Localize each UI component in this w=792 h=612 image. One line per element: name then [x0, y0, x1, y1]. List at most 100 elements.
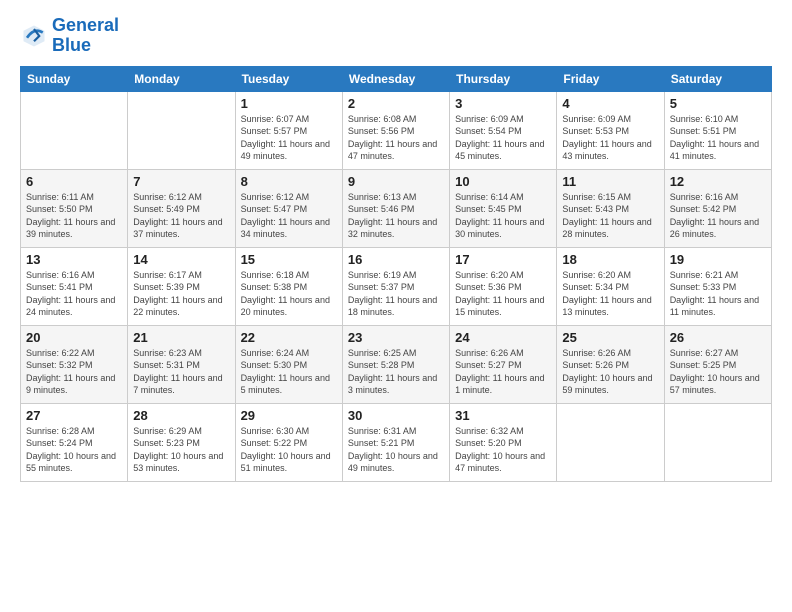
calendar-cell: 8 Sunrise: 6:12 AM Sunset: 5:47 PM Daylig… — [235, 169, 342, 247]
calendar-cell: 19Sunrise: 6:21 AM Sunset: 5:33 PM Dayli… — [664, 247, 771, 325]
day-info: Sunrise: 6:24 AM Sunset: 5:30 PM Dayligh… — [241, 347, 337, 397]
header: General Blue — [20, 16, 772, 56]
day-info: Sunrise: 6:14 AM Sunset: 5:45 PM Dayligh… — [455, 191, 551, 241]
calendar-cell: 12 Sunrise: 6:16 AM Sunset: 5:42 PM Dayli… — [664, 169, 771, 247]
day-number: 24 — [455, 330, 551, 345]
calendar-cell: 4Sunrise: 6:09 AM Sunset: 5:53 PM Daylig… — [557, 91, 664, 169]
week-row-5: 27 Sunrise: 6:28 AM Sunset: 5:24 PM Dayli… — [21, 403, 772, 481]
calendar-cell: 16 Sunrise: 6:19 AM Sunset: 5:37 PM Dayli… — [342, 247, 449, 325]
weekday-header-thursday: Thursday — [450, 66, 557, 91]
day-info: Sunrise: 6:17 AM Sunset: 5:39 PM Dayligh… — [133, 269, 229, 319]
day-number: 27 — [26, 408, 122, 423]
day-info: Sunrise: 6:12 AM Sunset: 5:47 PM Dayligh… — [241, 191, 337, 241]
day-info: Sunrise: 6:28 AM Sunset: 5:24 PM Dayligh… — [26, 425, 122, 475]
calendar-cell: 22Sunrise: 6:24 AM Sunset: 5:30 PM Dayli… — [235, 325, 342, 403]
day-info: Sunrise: 6:19 AM Sunset: 5:37 PM Dayligh… — [348, 269, 444, 319]
calendar-cell — [21, 91, 128, 169]
weekday-header-tuesday: Tuesday — [235, 66, 342, 91]
day-number: 9 — [348, 174, 444, 189]
week-row-2: 6 Sunrise: 6:11 AM Sunset: 5:50 PM Daylig… — [21, 169, 772, 247]
weekday-header-monday: Monday — [128, 66, 235, 91]
day-number: 3 — [455, 96, 551, 111]
day-number: 31 — [455, 408, 551, 423]
calendar-cell: 5 Sunrise: 6:10 AM Sunset: 5:51 PM Daylig… — [664, 91, 771, 169]
day-number: 21 — [133, 330, 229, 345]
day-info: Sunrise: 6:12 AM Sunset: 5:49 PM Dayligh… — [133, 191, 229, 241]
calendar-cell: 7 Sunrise: 6:12 AM Sunset: 5:49 PM Daylig… — [128, 169, 235, 247]
calendar-body: 1 Sunrise: 6:07 AM Sunset: 5:57 PM Daylig… — [21, 91, 772, 481]
day-number: 15 — [241, 252, 337, 267]
calendar-cell: 13Sunrise: 6:16 AM Sunset: 5:41 PM Dayli… — [21, 247, 128, 325]
weekday-header-friday: Friday — [557, 66, 664, 91]
calendar-table: SundayMondayTuesdayWednesdayThursdayFrid… — [20, 66, 772, 482]
calendar-cell: 29 Sunrise: 6:30 AM Sunset: 5:22 PM Dayli… — [235, 403, 342, 481]
week-row-3: 13Sunrise: 6:16 AM Sunset: 5:41 PM Dayli… — [21, 247, 772, 325]
day-number: 16 — [348, 252, 444, 267]
day-number: 12 — [670, 174, 766, 189]
day-number: 8 — [241, 174, 337, 189]
day-number: 29 — [241, 408, 337, 423]
day-info: Sunrise: 6:16 AM Sunset: 5:42 PM Dayligh… — [670, 191, 766, 241]
day-info: Sunrise: 6:27 AM Sunset: 5:25 PM Dayligh… — [670, 347, 766, 397]
day-info: Sunrise: 6:10 AM Sunset: 5:51 PM Dayligh… — [670, 113, 766, 163]
day-number: 30 — [348, 408, 444, 423]
day-number: 25 — [562, 330, 658, 345]
calendar-cell: 28Sunrise: 6:29 AM Sunset: 5:23 PM Dayli… — [128, 403, 235, 481]
weekday-header-row: SundayMondayTuesdayWednesdayThursdayFrid… — [21, 66, 772, 91]
day-info: Sunrise: 6:25 AM Sunset: 5:28 PM Dayligh… — [348, 347, 444, 397]
calendar-cell: 9 Sunrise: 6:13 AM Sunset: 5:46 PM Daylig… — [342, 169, 449, 247]
calendar-cell — [128, 91, 235, 169]
day-number: 5 — [670, 96, 766, 111]
calendar-cell: 20 Sunrise: 6:22 AM Sunset: 5:32 PM Dayli… — [21, 325, 128, 403]
weekday-header-saturday: Saturday — [664, 66, 771, 91]
calendar-cell: 15Sunrise: 6:18 AM Sunset: 5:38 PM Dayli… — [235, 247, 342, 325]
page: General Blue SundayMondayTuesdayWednesda… — [0, 0, 792, 612]
calendar-cell — [664, 403, 771, 481]
calendar-cell: 2 Sunrise: 6:08 AM Sunset: 5:56 PM Daylig… — [342, 91, 449, 169]
calendar-cell: 26 Sunrise: 6:27 AM Sunset: 5:25 PM Dayli… — [664, 325, 771, 403]
day-number: 1 — [241, 96, 337, 111]
day-number: 20 — [26, 330, 122, 345]
day-info: Sunrise: 6:16 AM Sunset: 5:41 PM Dayligh… — [26, 269, 122, 319]
day-number: 18 — [562, 252, 658, 267]
calendar-cell: 17Sunrise: 6:20 AM Sunset: 5:36 PM Dayli… — [450, 247, 557, 325]
weekday-header-wednesday: Wednesday — [342, 66, 449, 91]
calendar-cell: 6 Sunrise: 6:11 AM Sunset: 5:50 PM Daylig… — [21, 169, 128, 247]
day-info: Sunrise: 6:22 AM Sunset: 5:32 PM Dayligh… — [26, 347, 122, 397]
day-info: Sunrise: 6:13 AM Sunset: 5:46 PM Dayligh… — [348, 191, 444, 241]
calendar-cell: 14 Sunrise: 6:17 AM Sunset: 5:39 PM Dayli… — [128, 247, 235, 325]
calendar-cell: 30Sunrise: 6:31 AM Sunset: 5:21 PM Dayli… — [342, 403, 449, 481]
day-info: Sunrise: 6:08 AM Sunset: 5:56 PM Dayligh… — [348, 113, 444, 163]
calendar-cell: 23 Sunrise: 6:25 AM Sunset: 5:28 PM Dayli… — [342, 325, 449, 403]
calendar-cell: 24Sunrise: 6:26 AM Sunset: 5:27 PM Dayli… — [450, 325, 557, 403]
calendar-cell: 1 Sunrise: 6:07 AM Sunset: 5:57 PM Daylig… — [235, 91, 342, 169]
day-number: 6 — [26, 174, 122, 189]
day-number: 26 — [670, 330, 766, 345]
day-info: Sunrise: 6:09 AM Sunset: 5:53 PM Dayligh… — [562, 113, 658, 163]
day-number: 2 — [348, 96, 444, 111]
day-info: Sunrise: 6:15 AM Sunset: 5:43 PM Dayligh… — [562, 191, 658, 241]
day-number: 17 — [455, 252, 551, 267]
day-number: 11 — [562, 174, 658, 189]
calendar-cell: 21 Sunrise: 6:23 AM Sunset: 5:31 PM Dayli… — [128, 325, 235, 403]
day-info: Sunrise: 6:29 AM Sunset: 5:23 PM Dayligh… — [133, 425, 229, 475]
week-row-4: 20 Sunrise: 6:22 AM Sunset: 5:32 PM Dayli… — [21, 325, 772, 403]
day-info: Sunrise: 6:32 AM Sunset: 5:20 PM Dayligh… — [455, 425, 551, 475]
day-info: Sunrise: 6:26 AM Sunset: 5:26 PM Dayligh… — [562, 347, 658, 397]
calendar-cell — [557, 403, 664, 481]
day-info: Sunrise: 6:09 AM Sunset: 5:54 PM Dayligh… — [455, 113, 551, 163]
logo-icon — [20, 22, 48, 50]
day-number: 23 — [348, 330, 444, 345]
calendar-cell: 10Sunrise: 6:14 AM Sunset: 5:45 PM Dayli… — [450, 169, 557, 247]
calendar-cell: 3 Sunrise: 6:09 AM Sunset: 5:54 PM Daylig… — [450, 91, 557, 169]
day-number: 19 — [670, 252, 766, 267]
day-info: Sunrise: 6:07 AM Sunset: 5:57 PM Dayligh… — [241, 113, 337, 163]
day-info: Sunrise: 6:11 AM Sunset: 5:50 PM Dayligh… — [26, 191, 122, 241]
day-info: Sunrise: 6:30 AM Sunset: 5:22 PM Dayligh… — [241, 425, 337, 475]
logo: General Blue — [20, 16, 119, 56]
day-number: 7 — [133, 174, 229, 189]
day-info: Sunrise: 6:23 AM Sunset: 5:31 PM Dayligh… — [133, 347, 229, 397]
calendar-cell: 18Sunrise: 6:20 AM Sunset: 5:34 PM Dayli… — [557, 247, 664, 325]
day-number: 14 — [133, 252, 229, 267]
logo-text: General Blue — [52, 16, 119, 56]
